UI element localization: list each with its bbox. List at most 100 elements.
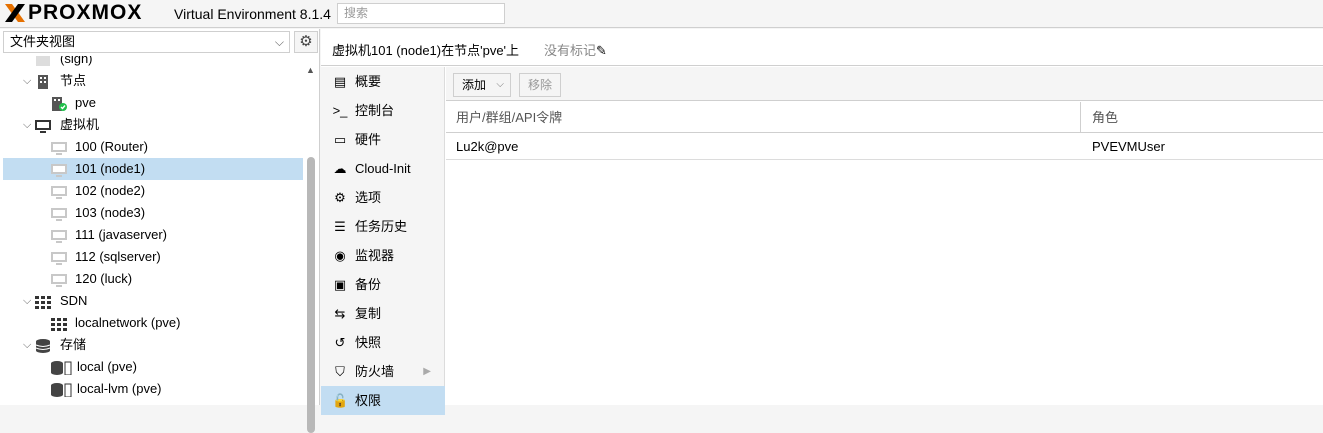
tree-item[interactable]: pve	[3, 92, 303, 114]
unlock-icon: 🔓	[332, 393, 349, 408]
menu-item-label: 快照	[355, 335, 382, 350]
history-icon: ↺	[334, 335, 346, 350]
tree-item-label: 111 (javaserver)	[75, 227, 167, 242]
tree-item[interactable]: 102 (node2)	[3, 180, 303, 202]
brand-name: PROXMOX	[28, 1, 143, 24]
toolbar: 添加 ⌵ 移除	[446, 67, 1323, 101]
tree-item-label: 120 (luck)	[75, 271, 133, 286]
tree-item-label: pve	[75, 95, 96, 110]
menu-item-label: 备份	[355, 277, 382, 292]
expand-arrow-icon[interactable]: ⌵	[23, 334, 31, 356]
menu-item[interactable]: ⚙ 选项	[321, 183, 445, 212]
product-version: Virtual Environment 8.1.4	[174, 6, 331, 22]
menu-item[interactable]: ☰ 任务历史	[321, 212, 445, 241]
tree-item-label: (sign)	[60, 56, 93, 66]
menu-item[interactable]: ⛉ 防火墙 ▶	[321, 357, 445, 386]
vm-stopped-icon	[51, 206, 67, 221]
tree-item[interactable]: 100 (Router)	[3, 136, 303, 158]
tree-item[interactable]: 103 (node3)	[3, 202, 303, 224]
gear-icon: ⚙	[334, 190, 346, 205]
menu-item[interactable]: 🔓 权限	[321, 386, 445, 415]
tree-item[interactable]: 120 (luck)	[3, 268, 303, 290]
tree-item-label: localnetwork (pve)	[75, 315, 181, 330]
vm-stopped-icon	[51, 184, 67, 199]
tree-item[interactable]: ⌵ SDN	[3, 290, 303, 312]
terminal-icon: >_	[332, 103, 348, 118]
menu-item-label: 选项	[355, 190, 382, 205]
menu-item[interactable]: ⇆ 复制	[321, 299, 445, 328]
tree-item[interactable]: localnetwork (pve)	[3, 312, 303, 334]
menu-item-label: 概要	[355, 74, 382, 89]
menu-item[interactable]: >_ 控制台	[321, 96, 445, 125]
table-row[interactable]: Lu2k@pve PVEVMUser	[446, 134, 1323, 160]
tree-item-label: 节点	[60, 73, 87, 88]
retweet-icon: ⇆	[334, 306, 346, 321]
menu-item-label: 控制台	[355, 103, 395, 118]
pencil-icon[interactable]: ✎	[596, 43, 607, 58]
expand-arrow-icon[interactable]: ⌵	[23, 290, 31, 312]
tree-item[interactable]: (sign)	[3, 56, 303, 70]
tree-settings-button[interactable]: ⚙	[294, 31, 318, 53]
shield-icon: ⛉	[335, 364, 345, 379]
chevron-right-icon: ▶	[423, 366, 431, 377]
tree-item-label: 101 (node1)	[75, 161, 146, 176]
sdn-grid-icon	[51, 316, 67, 331]
server-icon	[35, 74, 51, 89]
menu-item-label: 监视器	[355, 248, 395, 263]
permissions-content: 添加 ⌵ 移除 用户/群组/API令牌 角色 Lu2k@pve PVEVMUse…	[446, 67, 1323, 405]
tree-item[interactable]: ⌵ 存储	[3, 334, 303, 356]
tree-item[interactable]: 111 (javaserver)	[3, 224, 303, 246]
cell-user: Lu2k@pve	[456, 139, 519, 154]
vm-menu: ▤ 概要 >_ 控制台 ▭ 硬件 ☁ Cloud-Init ⚙ 选项 ☰ 任务历史 ◉ 监视器 ▣ 备份 ⇆ 复制…	[321, 67, 445, 415]
menu-item[interactable]: ▭ 硬件	[321, 125, 445, 154]
chevron-down-icon: ⌵	[496, 79, 504, 90]
tags-label: 没有标记	[544, 43, 597, 58]
tags-edit[interactable]: 没有标记✎	[544, 40, 607, 59]
scrollbar-thumb[interactable]	[307, 157, 315, 433]
breadcrumb: 虚拟机101 (node1)在节点'pve'上 没有标记✎	[321, 29, 1323, 66]
view-select[interactable]: 文件夹视图 ⌵	[3, 31, 290, 53]
tree-item[interactable]: ⌵ 虚拟机	[3, 114, 303, 136]
tree-item[interactable]: ⌵ 节点	[3, 70, 303, 92]
tree-item[interactable]: local (pve)	[3, 356, 303, 378]
search-input[interactable]: 搜索	[337, 3, 505, 24]
column-header-role[interactable]: 角色	[1082, 102, 1323, 133]
tree-item-label: local-lvm (pve)	[77, 381, 162, 396]
partial-icon	[35, 56, 51, 66]
vm-stopped-icon	[51, 272, 67, 287]
menu-item-label: 防火墙	[355, 364, 395, 379]
add-button[interactable]: 添加 ⌵	[453, 73, 511, 97]
storage-icon	[51, 382, 73, 398]
page-title: 虚拟机101 (node1)在节点'pve'上	[332, 43, 520, 58]
expand-arrow-icon[interactable]: ⌵	[23, 114, 31, 136]
menu-item[interactable]: ▤ 概要	[321, 67, 445, 96]
vm-stopped-icon	[51, 140, 67, 155]
menu-item[interactable]: ▣ 备份	[321, 270, 445, 299]
tree-item[interactable]	[3, 400, 303, 405]
tree-item[interactable]: 112 (sqlserver)	[3, 246, 303, 268]
tree-item-label: 100 (Router)	[75, 139, 148, 154]
menu-item-label: 权限	[355, 393, 382, 408]
remove-button[interactable]: 移除	[519, 73, 561, 97]
menu-item[interactable]: ☁ Cloud-Init	[321, 154, 445, 183]
eye-icon: ◉	[334, 248, 346, 263]
column-header-user[interactable]: 用户/群组/API令牌	[446, 102, 1081, 133]
tree-scrollbar[interactable]: ▲	[304, 63, 318, 433]
menu-item[interactable]: ↺ 快照	[321, 328, 445, 357]
vm-stopped-icon	[51, 228, 67, 243]
floppy-icon: ▣	[333, 277, 347, 292]
cloud-icon: ☁	[333, 161, 347, 176]
expand-arrow-icon[interactable]: ⌵	[23, 70, 31, 92]
resource-tree: (sign) ⌵ 节点 pve ⌵ 虚拟机 100 (Router) 101 (node1) 1…	[0, 56, 304, 405]
menu-item-label: Cloud-Init	[355, 161, 411, 176]
list-icon: ☰	[334, 219, 346, 234]
tree-item[interactable]: local-lvm (pve)	[3, 378, 303, 400]
tree-item-label: 112 (sqlserver)	[75, 249, 161, 264]
scroll-up-icon[interactable]: ▲	[306, 65, 315, 75]
tree-item[interactable]: 101 (node1)	[3, 158, 303, 180]
desktop-icon: ▭	[333, 132, 347, 147]
menu-item[interactable]: ◉ 监视器	[321, 241, 445, 270]
tree-item-label: local (pve)	[77, 359, 137, 374]
storage-icon	[51, 360, 73, 376]
sdn-grid-icon	[35, 294, 51, 309]
